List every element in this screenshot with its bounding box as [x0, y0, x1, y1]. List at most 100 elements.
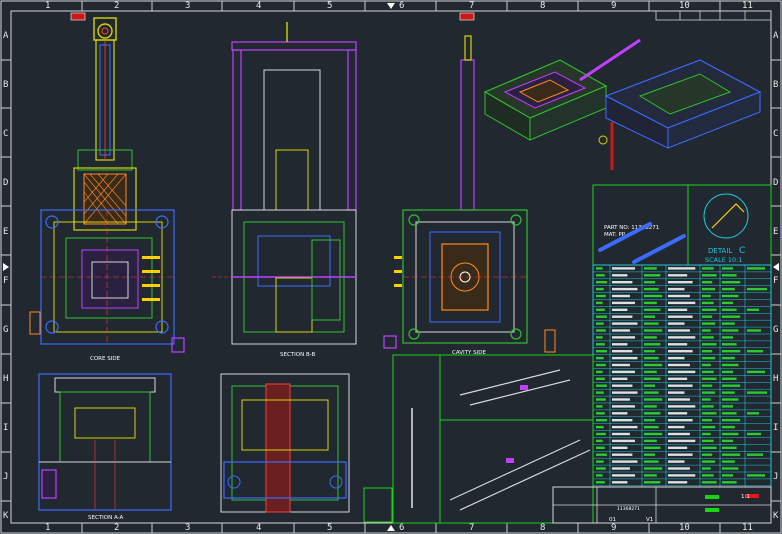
bom-cell-text	[702, 481, 717, 484]
row-label: G	[773, 325, 779, 335]
row-label: F	[773, 276, 779, 286]
column-label: 11	[742, 523, 753, 533]
bom-cell-text	[722, 308, 737, 311]
bom-cell-text	[702, 391, 716, 394]
bom-cell-text	[612, 467, 630, 470]
core-side-view[interactable]	[29, 12, 185, 353]
bom-cell-text	[644, 343, 661, 346]
bom-cell-text	[596, 315, 607, 318]
bom-cell-text	[722, 322, 735, 325]
bom-cell-text	[722, 384, 741, 387]
bom-cell-text	[612, 384, 633, 387]
bill-of-materials-table[interactable]	[592, 264, 772, 488]
bom-cell-text	[596, 336, 603, 339]
column-label: 2	[114, 1, 120, 11]
bom-cell-text	[722, 460, 735, 463]
bom-cell-text	[596, 281, 607, 284]
row-label: F	[3, 276, 9, 286]
bom-cell-text	[722, 301, 733, 305]
bom-cell-text	[747, 370, 765, 374]
bom-cell-text	[596, 294, 606, 298]
bom-cell-text	[644, 474, 657, 477]
title-block[interactable]	[552, 486, 772, 524]
row-label: G	[3, 325, 9, 335]
bom-cell-text	[644, 405, 657, 408]
bom-cell-text	[612, 453, 633, 456]
bom-cell-text	[644, 308, 661, 311]
top-plan-view[interactable]	[220, 373, 350, 513]
bom-cell-text	[668, 315, 693, 318]
bom-cell-text	[596, 432, 606, 436]
bom-cell-text	[644, 350, 655, 353]
title-scale: 1:1	[741, 494, 750, 500]
bom-cell-text	[644, 294, 663, 298]
row-label: J	[3, 472, 9, 482]
detail-scale: SCALE 10:1	[705, 256, 743, 264]
bom-cell-text	[722, 363, 739, 367]
row-label: D	[3, 178, 9, 188]
bom-cell-text	[596, 267, 603, 270]
column-label: 11	[742, 1, 753, 11]
column-label: 4	[256, 1, 262, 11]
bom-cell-text	[596, 274, 605, 277]
row-label: J	[773, 472, 779, 482]
bom-cell-text	[644, 281, 655, 284]
bom-cell-text	[722, 412, 737, 415]
section-aa-label: SECTION A-A	[88, 515, 123, 521]
bom-cell-text	[668, 377, 688, 380]
bom-cell-text	[612, 274, 628, 277]
detail-c-sketch	[703, 193, 749, 239]
bom-cell-text	[644, 363, 663, 367]
bom-cell-text	[722, 467, 739, 470]
bom-cell-text	[702, 281, 713, 284]
center-arrow-left	[3, 263, 9, 271]
bom-cell-text	[596, 412, 605, 415]
bom-cell-text	[668, 439, 696, 443]
bom-cell-text	[668, 301, 696, 305]
bom-cell-text	[612, 398, 630, 401]
ejector-views[interactable]	[392, 354, 594, 524]
bom-cell-text	[668, 419, 693, 422]
row-label: A	[3, 31, 9, 41]
bom-cell-text	[722, 446, 737, 449]
section-aa-view[interactable]	[38, 373, 172, 511]
cavity-side-view[interactable]	[383, 12, 556, 353]
bom-cell-text	[612, 350, 633, 353]
section-bb-view[interactable]	[212, 22, 357, 345]
row-label: E	[3, 227, 9, 237]
bom-cell-text	[612, 460, 638, 463]
bom-cell-text	[612, 481, 628, 484]
bom-cell-text	[668, 405, 696, 408]
bom-cell-text	[612, 267, 635, 270]
column-label: 8	[540, 1, 546, 11]
row-label: E	[773, 227, 779, 237]
bom-cell-text	[596, 481, 605, 484]
bom-cell-text	[644, 425, 659, 429]
bom-cell-text	[596, 460, 604, 463]
bom-cell-text	[668, 343, 688, 346]
bom-cell-text	[612, 363, 630, 367]
bom-cell-text	[612, 336, 635, 339]
bom-cell-text	[702, 377, 717, 380]
bom-cell-text	[702, 350, 713, 353]
section-bb-label: SECTION B-B	[280, 352, 316, 358]
column-label: 8	[540, 523, 546, 533]
row-label: B	[3, 80, 9, 90]
bom-cell-text	[668, 391, 685, 394]
bom-cell-text	[644, 336, 657, 339]
cad-drawing-canvas[interactable]: CORE SIDE SECTION B-B CAVITY SIDE PART N…	[0, 0, 782, 534]
bom-cell-text	[644, 481, 661, 484]
bom-cell-text	[596, 370, 603, 374]
isometric-view[interactable]	[483, 38, 762, 170]
bom-cell-text	[644, 446, 661, 449]
bom-cell-text	[668, 446, 688, 449]
column-label: 3	[185, 1, 191, 11]
bom-cell-text	[747, 453, 764, 456]
bom-cell-text	[668, 281, 693, 284]
bom-cell-text	[702, 460, 716, 463]
bom-cell-text	[702, 315, 713, 318]
bom-cell-text	[668, 267, 696, 270]
bom-cell-text	[644, 432, 663, 436]
bom-cell-text	[612, 343, 628, 346]
row-label: H	[3, 374, 9, 384]
